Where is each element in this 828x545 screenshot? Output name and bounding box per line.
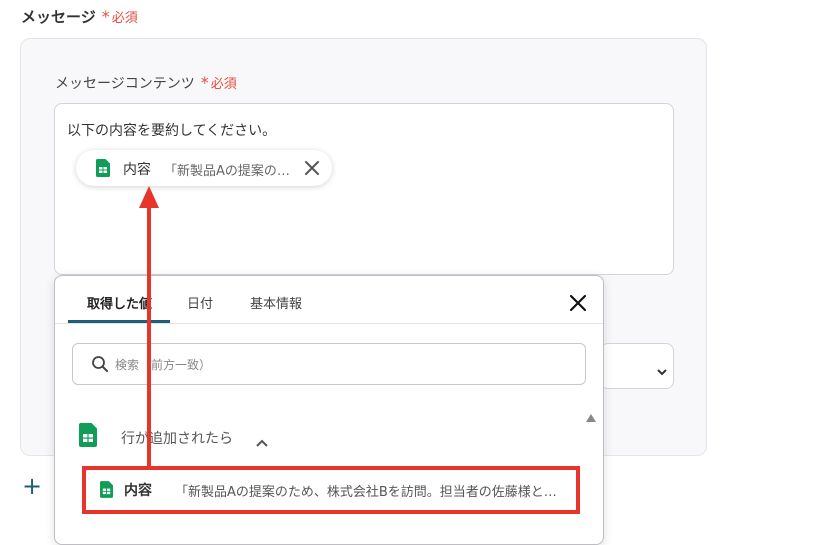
chip-value: 「新製品Aの提案の… [164, 164, 290, 179]
plus-icon[interactable]: + [22, 474, 42, 498]
tab-basic-info[interactable]: 基本情報 [250, 293, 302, 312]
value-picker-popup: 取得した値 日付 基本情報 行が追加されたら 内容 「新製品Aの提案のため、株式… [54, 275, 604, 545]
tabs-divider [55, 323, 603, 324]
content-field-label: メッセージコンテンツ * 必須 [55, 73, 237, 92]
value-option[interactable]: 内容 「新製品Aの提案のため、株式会社Bを訪問。担当者の佐藤様と… [82, 466, 580, 514]
google-sheets-icon [100, 481, 113, 502]
select-field[interactable] [600, 343, 674, 389]
close-icon[interactable] [302, 158, 322, 178]
required-marker: * 必須 [200, 73, 237, 92]
message-field-label: メッセージ * 必須 [21, 7, 138, 26]
variable-chip[interactable]: 内容 「新製品Aの提案の… [76, 150, 332, 186]
google-sheets-icon [79, 423, 97, 451]
message-content-text: 以下の内容を要約してください。 [67, 123, 277, 139]
message-content-textarea[interactable]: 以下の内容を要約してください。 [54, 103, 674, 275]
group-title[interactable]: 行が追加されたら [121, 428, 233, 448]
chevron-up-icon[interactable] [256, 432, 268, 451]
tab-acquired-values[interactable]: 取得した値 [87, 293, 152, 312]
option-title: 内容 [124, 483, 152, 499]
search-field[interactable] [72, 343, 586, 385]
option-value: 「新製品Aの提案のため、株式会社Bを訪問。担当者の佐藤様と… [175, 485, 557, 500]
close-icon[interactable] [567, 292, 589, 314]
chevron-down-icon [657, 361, 667, 380]
chip-title: 内容 [123, 162, 151, 178]
google-sheets-icon [96, 159, 110, 181]
scroll-up-arrow[interactable] [586, 407, 596, 426]
tab-date[interactable]: 日付 [187, 293, 213, 312]
required-marker: * 必須 [101, 7, 138, 26]
search-icon [91, 355, 109, 377]
search-input[interactable] [113, 353, 557, 377]
